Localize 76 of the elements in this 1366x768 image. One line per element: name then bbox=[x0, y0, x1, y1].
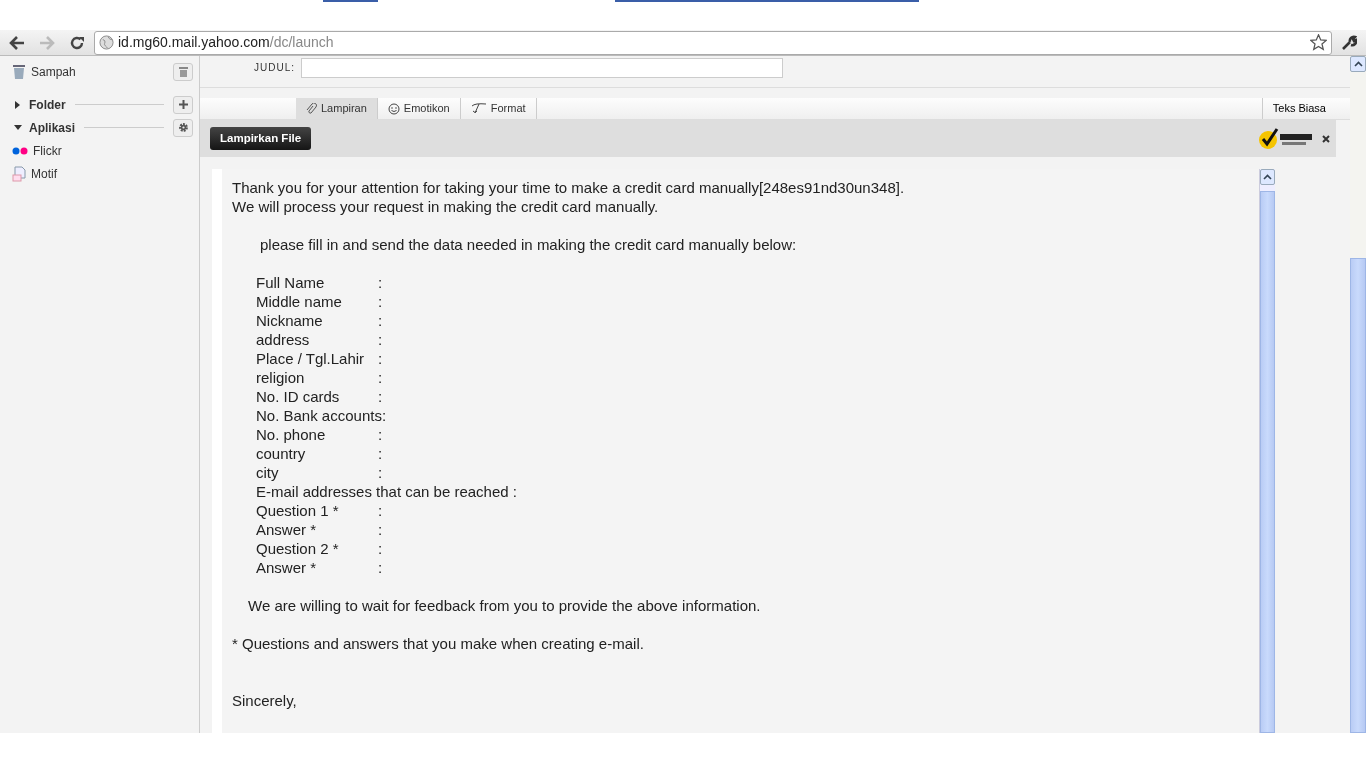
form-field-label: city bbox=[256, 463, 280, 482]
script-letter-icon bbox=[470, 103, 487, 114]
body-text: We will process your request in making the credit card manually. bbox=[232, 197, 659, 216]
body-text: Thank you for your attention for taking your time to make a credit card manually[248es91nd30un348]. bbox=[232, 178, 905, 197]
add-folder-button[interactable] bbox=[173, 95, 193, 114]
colon-separator: : bbox=[378, 444, 383, 463]
colon-separator: : bbox=[378, 463, 383, 482]
globe-icon bbox=[99, 35, 114, 50]
plus-icon bbox=[178, 100, 188, 109]
form-field-label: Answer * bbox=[256, 520, 318, 539]
form-field-label: Answer * bbox=[256, 558, 318, 577]
colon-separator: : bbox=[378, 330, 383, 349]
smiley-icon bbox=[387, 102, 400, 115]
form-field-label: country bbox=[256, 444, 307, 463]
form-field-label: Place / Tgl.Lahir bbox=[256, 349, 366, 368]
form-field-label: religion bbox=[256, 368, 306, 387]
colon-separator: : bbox=[378, 311, 383, 330]
attach-file-button[interactable]: Lampirkan File bbox=[210, 126, 312, 151]
subject-field[interactable] bbox=[301, 58, 783, 78]
star-icon[interactable] bbox=[1310, 34, 1327, 51]
subject-label: JUDUL: bbox=[254, 61, 295, 75]
scrollbar[interactable] bbox=[1259, 169, 1275, 733]
trash-label[interactable]: Sampah bbox=[31, 62, 76, 81]
checkmark-seal-icon bbox=[1258, 127, 1314, 150]
plain-text-button[interactable]: Teks Biasa bbox=[1261, 98, 1336, 119]
form-field-label: Full Name bbox=[256, 273, 326, 292]
caret-down-icon[interactable] bbox=[14, 124, 22, 131]
body-text: please fill in and send the data needed in making the credit card manually below: bbox=[259, 235, 797, 254]
colon-separator: : bbox=[378, 349, 383, 368]
settings-button[interactable] bbox=[173, 118, 193, 137]
colon-separator: : bbox=[378, 501, 383, 520]
trash-can-icon bbox=[178, 66, 188, 77]
colon-separator: : bbox=[378, 368, 383, 387]
empty-trash-button[interactable] bbox=[173, 62, 193, 81]
paperclip-icon bbox=[306, 102, 317, 115]
form-field-label: No. phone bbox=[256, 425, 327, 444]
apps-section-label[interactable]: Aplikasi bbox=[29, 118, 76, 137]
colon-separator: : bbox=[378, 292, 383, 311]
colon-separator: : bbox=[378, 387, 383, 406]
forward-arrow-icon bbox=[39, 35, 55, 50]
folder-section-label[interactable]: Folder bbox=[29, 95, 66, 114]
toolbar-tab[interactable]: Lampiran bbox=[296, 98, 378, 119]
form-field-label: Nickname bbox=[256, 311, 324, 330]
trash-can-icon bbox=[12, 63, 26, 80]
close-icon[interactable] bbox=[1322, 134, 1330, 143]
url-text: id.mg60.mail.yahoo.com/dc/launch bbox=[118, 33, 334, 52]
colon-separator: : bbox=[378, 558, 383, 577]
body-text: Sincerely, bbox=[232, 691, 297, 710]
form-field-label: Middle name bbox=[256, 292, 343, 311]
reload-icon bbox=[69, 34, 85, 51]
scroll-up-icon[interactable] bbox=[1263, 174, 1272, 180]
wrench-icon bbox=[1341, 34, 1357, 51]
form-field-label: No. ID cards bbox=[256, 387, 341, 406]
colon-separator: : bbox=[378, 520, 383, 539]
flickr-label[interactable]: Flickr bbox=[33, 141, 62, 160]
body-text: * Questions and answers that you make when creating e-mail. bbox=[232, 634, 644, 653]
document-envelope-icon bbox=[12, 165, 26, 182]
body-text: No. Bank accounts: bbox=[255, 406, 387, 425]
toolbar-tab[interactable]: Format bbox=[460, 98, 537, 119]
scroll-up-icon[interactable] bbox=[1353, 61, 1363, 67]
colon-separator: : bbox=[378, 273, 383, 292]
page-scrollbar[interactable] bbox=[1350, 56, 1366, 733]
back-arrow-icon bbox=[9, 35, 25, 50]
two-dots-icon bbox=[12, 146, 28, 155]
gear-icon bbox=[177, 122, 189, 133]
form-field-label: Question 2 * bbox=[256, 539, 340, 558]
toolbar-tab[interactable]: Emotikon bbox=[377, 98, 461, 119]
colon-separator: : bbox=[378, 539, 383, 558]
motif-label[interactable]: Motif bbox=[31, 164, 57, 183]
address-bar[interactable]: id.mg60.mail.yahoo.com/dc/launch bbox=[94, 30, 1332, 55]
body-text: We are willing to wait for feedback from you to provide the above information. bbox=[247, 596, 761, 615]
caret-right-icon[interactable] bbox=[15, 100, 21, 109]
form-field-label: Question 1 * bbox=[256, 501, 340, 520]
body-text: E-mail addresses that can be reached : bbox=[255, 482, 517, 501]
colon-separator: : bbox=[378, 425, 383, 444]
form-field-label: address bbox=[256, 330, 311, 349]
